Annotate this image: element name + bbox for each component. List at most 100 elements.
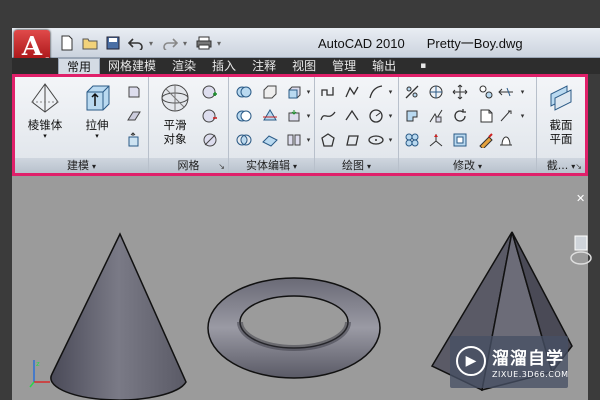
erase-icon[interactable]	[477, 131, 495, 149]
redo-icon[interactable]	[160, 34, 180, 52]
ucs-axis-icon: z	[29, 360, 50, 388]
polygon-icon[interactable]	[319, 131, 337, 149]
new-icon[interactable]	[57, 34, 77, 52]
fillet-icon[interactable]	[403, 83, 421, 101]
undo-icon[interactable]	[126, 34, 146, 52]
panel-launcher-icon[interactable]: ↘	[218, 159, 225, 174]
ribbon-panel-area: 棱锥体 ▾ 拉伸 ▾ 建模 ▾ 平滑 对象 网格 ↘ ▾ ▾ ▾ 实体编辑 ▾ …	[12, 74, 588, 176]
move-icon[interactable]	[451, 83, 469, 101]
trim-icon[interactable]	[477, 107, 495, 125]
close-icon[interactable]: ✕	[576, 193, 586, 204]
plot-icon[interactable]	[194, 34, 214, 52]
chevron-down-icon[interactable]: ▾	[305, 83, 312, 101]
smooth-label-line1: 平滑	[163, 118, 187, 132]
chevron-down-icon[interactable]: ▾	[519, 107, 526, 125]
panel-title-section[interactable]: 截... ▾ ↘	[537, 158, 585, 173]
mesh-smooth-more-icon[interactable]	[201, 83, 219, 101]
tab-mesh-modeling[interactable]: 网格建模	[100, 58, 164, 74]
3d-mirror-icon[interactable]	[427, 131, 445, 149]
panel-title-draw[interactable]: 绘图 ▾	[315, 158, 398, 173]
chevron-down-icon[interactable]: ▾	[149, 39, 157, 48]
panel-title-solid-editing[interactable]: 实体编辑 ▾	[229, 158, 314, 173]
scale-icon[interactable]	[451, 131, 469, 149]
chevron-down-icon[interactable]: ▾	[387, 107, 394, 125]
panel-title-text: 截...	[546, 159, 569, 172]
tab-render[interactable]: 渲染	[164, 58, 204, 74]
extrude-button[interactable]: 拉伸 ▾	[75, 81, 119, 140]
line-icon[interactable]	[367, 83, 385, 101]
torus-solid[interactable]	[207, 277, 381, 379]
ribbon-minimize-icon[interactable]: ▪	[412, 58, 434, 74]
watermark-url: ZIXUE.3D66.COM	[492, 370, 569, 379]
thicken-icon[interactable]	[261, 131, 279, 149]
chevron-down-icon[interactable]: ▾	[305, 107, 312, 125]
chevron-down-icon[interactable]: ▾	[23, 132, 67, 140]
viewcube-icon[interactable]	[570, 232, 592, 268]
panel-mesh: 平滑 对象 网格 ↘	[149, 77, 229, 173]
section-plane-button[interactable]: 截面 平面	[539, 81, 583, 146]
chevron-down-icon: ▾	[477, 162, 482, 171]
panel-title-text: 绘图	[341, 159, 364, 172]
panel-section: 截面 平面 截... ▾ ↘	[537, 77, 585, 173]
rectangle-icon[interactable]	[343, 107, 361, 125]
array-icon[interactable]	[497, 107, 515, 125]
qat-customize-icon[interactable]: ▾	[217, 39, 225, 48]
3d-polyline-icon[interactable]	[343, 83, 361, 101]
3d-move-icon[interactable]	[477, 83, 495, 101]
watermark: ▶ 溜溜自学 ZIXUE.3D66.COM	[450, 336, 568, 388]
3d-align-icon[interactable]	[427, 107, 445, 125]
panel-title-mesh[interactable]: 网格 ↘	[149, 158, 228, 173]
dimension-icon[interactable]	[497, 83, 515, 101]
tab-manage[interactable]: 管理	[324, 58, 364, 74]
pyramid-button[interactable]: 棱锥体 ▾	[23, 81, 67, 140]
chevron-down-icon[interactable]: ▾	[387, 83, 394, 101]
panel-title-modify[interactable]: 修改 ▾	[399, 158, 536, 173]
panel-modify: ▾ ▾ 修改 ▾	[399, 77, 537, 173]
chevron-down-icon[interactable]: ▾	[519, 83, 526, 101]
tab-output[interactable]: 输出	[364, 58, 404, 74]
chevron-down-icon[interactable]: ▾	[387, 131, 394, 149]
rotate-icon[interactable]	[451, 107, 469, 125]
subtract-icon[interactable]	[235, 107, 253, 125]
polyline-icon[interactable]	[319, 83, 337, 101]
separate-icon[interactable]	[285, 107, 303, 125]
slice-icon[interactable]	[261, 107, 279, 125]
tab-home[interactable]: 常用	[58, 58, 101, 74]
panel-title-modeling[interactable]: 建模 ▾	[15, 158, 148, 173]
spline-icon[interactable]	[319, 107, 337, 125]
cone-solid[interactable]	[50, 232, 187, 400]
save-icon[interactable]	[103, 34, 123, 52]
circle-icon[interactable]	[367, 107, 385, 125]
section-label-line2: 平面	[549, 132, 573, 146]
intersect-icon[interactable]	[235, 131, 253, 149]
smooth-object-button[interactable]: 平滑 对象	[153, 81, 197, 146]
panel-modeling: 棱锥体 ▾ 拉伸 ▾ 建模 ▾	[15, 77, 149, 173]
mesh-smooth-less-icon[interactable]	[201, 107, 219, 125]
extrude-label: 拉伸	[85, 118, 109, 132]
copy-icon[interactable]	[403, 131, 421, 149]
union-icon[interactable]	[235, 83, 253, 101]
shell-icon[interactable]	[285, 131, 303, 149]
tab-view[interactable]: 视图	[284, 58, 324, 74]
extract-edges-icon[interactable]	[261, 83, 279, 101]
chevron-down-icon: ▾	[292, 162, 297, 171]
mesh-refine-icon[interactable]	[201, 131, 219, 149]
sweep-icon[interactable]	[125, 107, 143, 125]
chevron-down-icon[interactable]: ▾	[183, 39, 191, 48]
panel-solid-editing: ▾ ▾ ▾ 实体编辑 ▾	[229, 77, 315, 173]
rectangle-draw-icon[interactable]	[343, 131, 361, 149]
chevron-down-icon[interactable]: ▾	[75, 132, 119, 140]
pyramid-label: 棱锥体	[27, 118, 63, 132]
presspull-icon[interactable]	[125, 83, 143, 101]
tab-insert[interactable]: 插入	[204, 58, 244, 74]
stretch-icon[interactable]	[497, 131, 515, 149]
open-icon[interactable]	[80, 34, 100, 52]
3d-rotate-icon[interactable]	[427, 83, 445, 101]
loft-icon[interactable]	[125, 131, 143, 149]
ellipse-icon[interactable]	[367, 131, 385, 149]
tab-annotate[interactable]: 注释	[244, 58, 284, 74]
chevron-down-icon[interactable]: ▾	[305, 131, 312, 149]
extrude-faces-icon[interactable]	[285, 83, 303, 101]
offset-icon[interactable]	[403, 107, 421, 125]
panel-launcher-icon[interactable]: ↘	[575, 159, 582, 174]
